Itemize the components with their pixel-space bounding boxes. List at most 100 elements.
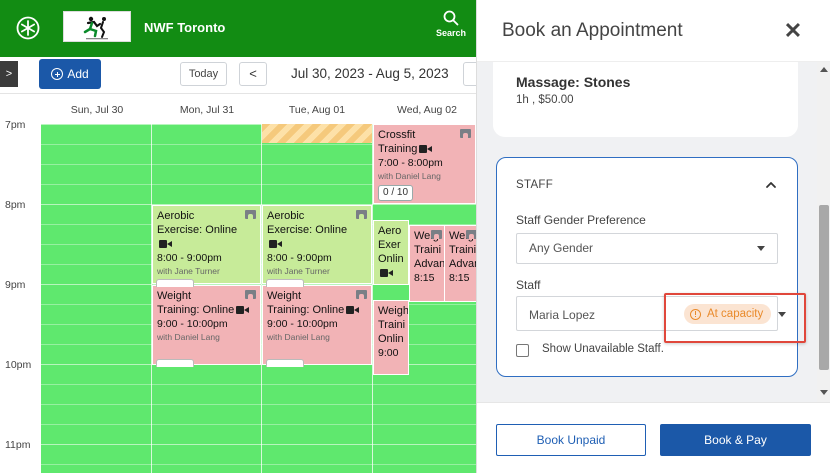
day-header: Sun, Jul 30 <box>70 104 124 116</box>
room-icon <box>431 230 442 239</box>
unavailable-slot <box>262 124 372 143</box>
event-title: Weight <box>267 290 302 302</box>
service-card[interactable]: Massage: Stones 1h , $50.00 <box>493 62 798 137</box>
room-icon <box>356 210 367 219</box>
room-icon <box>245 210 256 219</box>
book-unpaid-button[interactable]: Book Unpaid <box>496 424 646 456</box>
org-name: NWF Toronto <box>144 20 226 35</box>
booking-panel: Book an Appointment ✕ Massage: Stones 1h… <box>476 0 830 473</box>
event-title: Training: Online <box>267 303 367 317</box>
week-calendar: Sun, Jul 30 Mon, Jul 31 Tue, Aug 01 Wed,… <box>0 93 476 473</box>
calendar-grid[interactable]: Crossfit Training 7:00 - 8:00pm with Dan… <box>41 124 476 473</box>
book-and-pay-button[interactable]: Book & Pay <box>660 424 811 456</box>
event-title: Traini <box>449 244 476 256</box>
today-button[interactable]: Today <box>180 62 227 86</box>
staff-value: Maria Lopez <box>529 308 596 322</box>
time-label: 7pm <box>5 119 26 131</box>
event-staff: with Daniel Lang <box>267 332 330 342</box>
event-title: Aerobic <box>267 210 305 222</box>
event-time: 8:15 <box>449 272 470 284</box>
event-weight-training[interactable]: Weight Training: Online 9:00 - 10:00pm w… <box>152 285 261 365</box>
scroll-up-arrow-icon[interactable] <box>820 67 828 72</box>
video-camera-icon <box>380 268 393 277</box>
calendar-toolbar: > Add Today < Jul 30, 2023 - Aug 5, 2023 <box>0 57 483 93</box>
event-weight-training-advanced[interactable]: Weig Traini Advan 8:15 <box>409 225 445 302</box>
caret-down-icon <box>778 312 786 317</box>
warning-icon <box>690 308 701 320</box>
gender-preference-value: Any Gender <box>529 241 594 255</box>
search-icon <box>443 10 459 26</box>
event-title: Aerobic <box>157 210 195 222</box>
expand-sidebar-button[interactable]: > <box>0 61 18 87</box>
previous-week-button[interactable]: < <box>239 62 267 86</box>
time-label: 9pm <box>5 279 26 291</box>
event-staff: with Jane Turner <box>157 266 220 276</box>
scrollbar-thumb[interactable] <box>819 205 829 370</box>
event-time: 8:15 <box>414 272 435 284</box>
video-camera-icon <box>419 144 433 153</box>
top-bar: NWF Toronto Search <box>0 0 476 57</box>
day-header: Mon, Jul 31 <box>179 104 235 116</box>
event-title: Advan <box>414 258 445 270</box>
event-time: 9:00 - 10:00pm <box>157 318 228 330</box>
day-header: Wed, Aug 02 <box>397 104 457 116</box>
event-title: Advan <box>449 258 476 270</box>
chevron-up-icon[interactable] <box>764 178 778 192</box>
event-title: Exercise: Online <box>157 224 238 236</box>
panel-title: Book an Appointment <box>502 20 683 41</box>
event-time: 8:00 - 9:00pm <box>267 252 332 264</box>
room-icon <box>466 230 476 239</box>
room-icon <box>245 290 256 299</box>
time-label: 8pm <box>5 199 26 211</box>
room-icon <box>460 129 471 138</box>
capacity-badge: 0 / 10 <box>378 185 414 201</box>
search-label: Search <box>435 28 467 38</box>
add-button[interactable]: Add <box>39 59 101 89</box>
show-unavailable-checkbox[interactable] <box>516 344 529 357</box>
event-title: Traini <box>414 244 442 256</box>
event-time: 8:00 - 9:00pm <box>157 252 222 264</box>
org-logo[interactable] <box>63 11 131 42</box>
event-weight-training[interactable]: Weigh Traini Onlin 9:00 <box>373 300 409 375</box>
staff-label: Staff <box>516 278 541 292</box>
event-weight-training[interactable]: Weight Training: Online 9:00 - 10:00pm w… <box>262 285 372 365</box>
gender-preference-select[interactable]: Any Gender <box>516 233 778 264</box>
time-label: 11pm <box>5 439 31 451</box>
show-unavailable-label[interactable]: Show Unavailable Staff. <box>542 343 664 355</box>
staff-select[interactable]: Maria Lopez At capacity <box>516 293 806 343</box>
event-title: Traini <box>378 319 406 331</box>
event-aerobic-exercise[interactable]: Aerobic Exercise: Online 8:00 - 9:00pm w… <box>152 205 261 284</box>
close-button[interactable]: ✕ <box>781 20 805 44</box>
event-aerobic-exercise[interactable]: Aero Exer Onlin <box>373 220 409 285</box>
caret-down-icon <box>757 246 765 251</box>
search-button[interactable]: Search <box>434 10 468 46</box>
event-crossfit-training[interactable]: Crossfit Training 7:00 - 8:00pm with Dan… <box>373 124 476 204</box>
video-camera-icon <box>236 305 250 314</box>
day-header-row: Sun, Jul 30 Mon, Jul 31 Tue, Aug 01 Wed,… <box>0 93 476 124</box>
event-time: 9:00 - 10:00pm <box>267 318 338 330</box>
panel-footer: Book Unpaid Book & Pay <box>477 402 830 473</box>
video-camera-icon <box>159 239 172 248</box>
room-icon <box>356 290 367 299</box>
panel-scrollbar[interactable] <box>817 62 830 402</box>
gender-preference-label: Staff Gender Preference <box>516 213 646 227</box>
event-weight-training-advanced[interactable]: Weig Traini Advan 8:15 <box>444 225 476 302</box>
scroll-down-arrow-icon[interactable] <box>820 390 828 395</box>
event-title: Exercise: Online <box>267 224 348 236</box>
event-title: Exer <box>378 239 401 251</box>
event-staff: with Daniel Lang <box>157 332 220 342</box>
event-staff: with Daniel Lang <box>378 171 441 181</box>
staff-section-heading: STAFF <box>516 179 554 191</box>
time-column: 7pm 8pm 9pm 10pm 11pm <box>0 119 41 473</box>
snowflake-icon[interactable] <box>16 16 40 40</box>
date-range-label: Jul 30, 2023 - Aug 5, 2023 <box>291 66 449 81</box>
service-name: Massage: Stones <box>516 74 631 90</box>
staff-section: STAFF Staff Gender Preference Any Gender… <box>496 157 806 377</box>
event-title: Weigh <box>378 305 409 317</box>
at-capacity-badge: At capacity <box>684 304 771 324</box>
event-aerobic-exercise[interactable]: Aerobic Exercise: Online 8:00 - 9:00pm w… <box>262 205 372 284</box>
event-title: Training: Online <box>157 303 256 317</box>
time-label: 10pm <box>5 359 32 371</box>
event-title: Onlin <box>378 333 404 345</box>
panel-body: Massage: Stones 1h , $50.00 STAFF Staff … <box>477 62 817 402</box>
